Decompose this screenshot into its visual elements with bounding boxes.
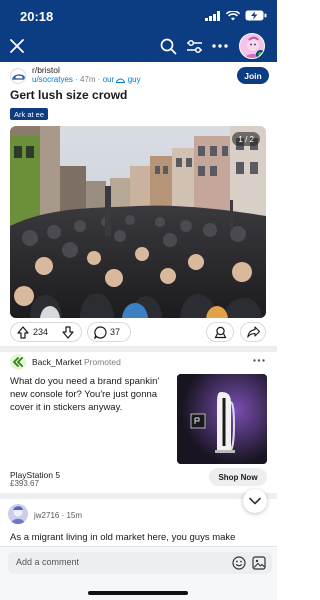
crowd-photo xyxy=(10,126,266,318)
promo-more-button[interactable] xyxy=(253,354,265,365)
nav-row xyxy=(0,30,277,62)
promoted-label: Promoted xyxy=(83,357,121,367)
upvote-icon xyxy=(17,326,29,339)
comment-age: 15m xyxy=(66,511,83,520)
more-options-button[interactable] xyxy=(209,35,231,57)
status-time: 20:18 xyxy=(20,9,54,24)
shop-now-button[interactable]: Shop Now xyxy=(209,468,267,486)
post-title: Gert lush size crowd xyxy=(10,88,128,102)
sliders-icon xyxy=(186,39,202,53)
attach-image-button[interactable] xyxy=(252,556,266,575)
promoted-post[interactable]: Back_Market Promoted What do you need a … xyxy=(0,352,277,490)
downvote-button[interactable] xyxy=(62,326,74,344)
subreddit-name[interactable]: r/bristol xyxy=(32,65,60,75)
avatar-icon xyxy=(11,506,25,524)
commenter-meta: jw2716 · 15m xyxy=(34,511,83,520)
sort-filter-button[interactable] xyxy=(183,35,205,57)
award-button[interactable] xyxy=(206,322,234,342)
online-indicator xyxy=(256,50,264,58)
vote-control: 234 xyxy=(10,322,82,342)
ps5-console-image xyxy=(177,374,267,464)
comment-composer-bar: Add a comment xyxy=(0,546,277,600)
join-button[interactable]: Join xyxy=(237,67,269,84)
comment-item[interactable]: jw2716 · 15m As a migrant living in old … xyxy=(0,500,277,548)
commenter-avatar[interactable] xyxy=(8,504,28,524)
advertiser-name[interactable]: Back_Market Promoted xyxy=(32,357,121,367)
user-avatar-button[interactable] xyxy=(239,33,265,59)
image-counter: 1 / 2 xyxy=(232,132,260,146)
status-bar: 20:18 xyxy=(0,0,277,30)
post-flair-tag[interactable]: Ark at ee xyxy=(10,108,49,120)
chevron-down-icon xyxy=(249,497,261,505)
vote-count: 234 xyxy=(33,327,49,337)
award-icon xyxy=(214,326,226,338)
top-app-bar: 20:18 xyxy=(0,0,277,62)
section-divider xyxy=(0,493,277,499)
signal-icon xyxy=(205,10,220,21)
search-icon xyxy=(160,38,176,54)
post-image[interactable]: 1 / 2 xyxy=(10,126,266,318)
comment-icon xyxy=(93,326,107,340)
comments-button[interactable]: 37 xyxy=(87,322,131,342)
post-actions: 234 37 xyxy=(10,322,266,342)
comment-text: As a migrant living in old market here, … xyxy=(10,532,236,543)
post-header: r/bristol u/socratyes · 47m · our guy Jo… xyxy=(0,62,277,122)
subreddit-avatar[interactable] xyxy=(10,68,26,84)
more-horizontal-icon xyxy=(253,359,265,362)
product-image[interactable] xyxy=(177,374,267,464)
share-icon xyxy=(246,326,260,338)
emoji-button[interactable] xyxy=(232,556,246,575)
bristol-bridge-icon xyxy=(12,74,25,80)
wifi-icon xyxy=(226,10,240,20)
bridge-flair-icon xyxy=(116,78,126,83)
add-comment-input[interactable]: Add a comment xyxy=(8,552,272,574)
author-link[interactable]: u/socratyes xyxy=(32,75,73,84)
close-button[interactable] xyxy=(6,35,28,57)
home-indicator[interactable] xyxy=(88,591,188,595)
next-comment-button[interactable] xyxy=(243,489,267,513)
image-icon xyxy=(252,556,266,570)
more-horizontal-icon xyxy=(212,44,228,48)
close-icon xyxy=(10,39,24,53)
share-button[interactable] xyxy=(240,322,266,342)
post-age: 47m xyxy=(80,75,96,84)
downvote-icon xyxy=(62,326,74,339)
comment-count: 37 xyxy=(110,327,121,337)
commenter-name[interactable]: jw2716 xyxy=(34,511,59,520)
emoji-icon xyxy=(232,556,246,570)
advertiser-avatar xyxy=(10,354,26,370)
promo-text: What do you need a brand spankin' new co… xyxy=(10,376,160,413)
search-button[interactable] xyxy=(157,35,179,57)
product-price: £393.67 xyxy=(10,479,39,488)
back-market-logo-icon xyxy=(13,357,23,367)
battery-charging-icon xyxy=(245,10,267,21)
upvote-button[interactable] xyxy=(17,326,29,344)
add-comment-placeholder: Add a comment xyxy=(16,557,80,567)
user-flair: our guy xyxy=(102,75,141,84)
post-meta: u/socratyes · 47m · our guy xyxy=(32,75,141,84)
